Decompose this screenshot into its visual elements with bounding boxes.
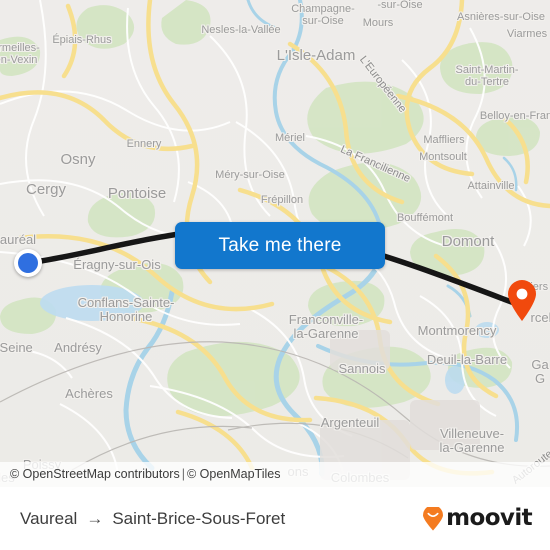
moovit-logo[interactable]: moovit xyxy=(422,505,533,531)
trip-origin: Vaureal xyxy=(20,508,78,528)
destination-pin[interactable] xyxy=(507,280,537,322)
origin-marker-dot xyxy=(18,253,38,273)
map-attribution: © OpenStreetMap contributors | © OpenMapTi… xyxy=(0,462,550,487)
origin-marker[interactable] xyxy=(14,249,42,277)
moovit-pin-icon xyxy=(423,506,444,530)
arrow-right-icon: → xyxy=(86,509,104,528)
attribution-osm[interactable]: © OpenStreetMap contributors xyxy=(10,467,180,481)
moovit-trip-screenshot: Épiais-Rhusormeilles-en-VexinNesles-la-V… xyxy=(0,0,550,550)
map-canvas[interactable]: Épiais-Rhusormeilles-en-VexinNesles-la-V… xyxy=(0,0,550,487)
footer-bar: Vaureal → Saint-Brice-Sous-Foret moovit xyxy=(0,487,550,550)
take-me-there-button[interactable]: Take me there xyxy=(175,222,385,269)
moovit-wordmark: moovit xyxy=(446,505,532,531)
attribution-separator: | xyxy=(181,467,185,481)
attribution-openmaptiles[interactable]: © OpenMapTiles xyxy=(187,467,281,481)
trip-destination: Saint-Brice-Sous-Foret xyxy=(112,508,286,528)
trip-summary: Vaureal → Saint-Brice-Sous-Foret xyxy=(20,509,285,529)
pin-icon xyxy=(508,280,536,321)
